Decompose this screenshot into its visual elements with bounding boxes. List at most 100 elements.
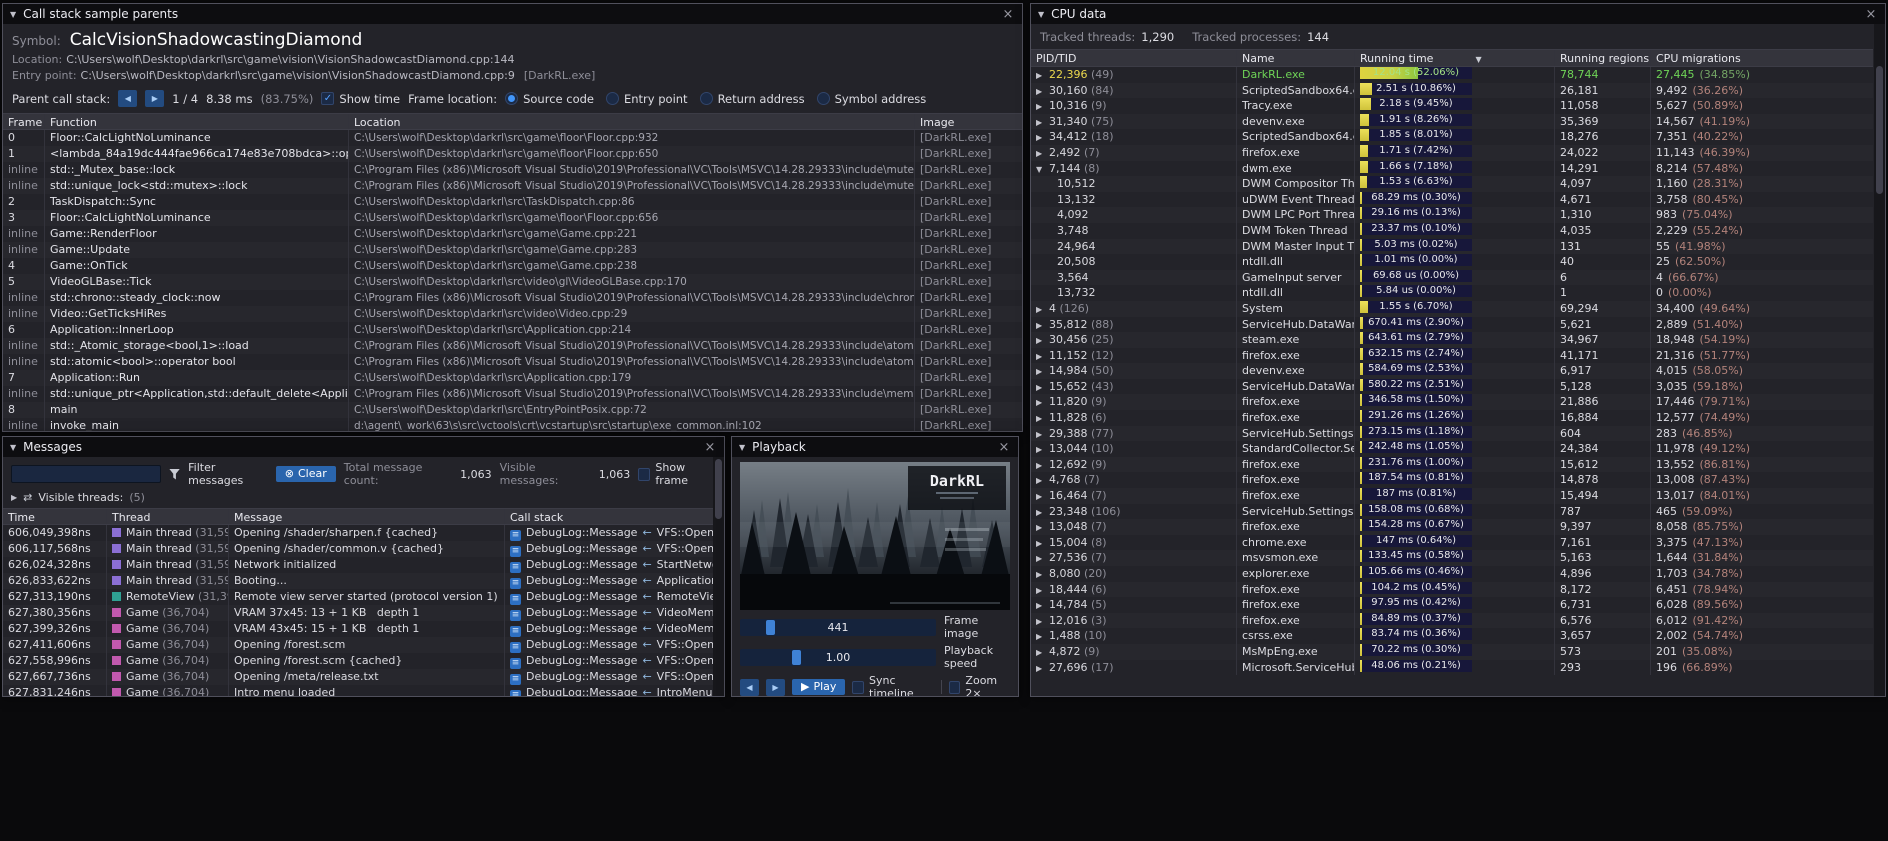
message-row[interactable]: 627,667,736nsGame (36,704)Opening /meta/…	[3, 669, 724, 685]
radio-entry-point[interactable]: Entry point	[606, 92, 688, 106]
tree-closed-icon[interactable]: ▶	[1036, 411, 1049, 426]
scrollbar-thumb[interactable]	[1876, 66, 1883, 194]
tree-closed-icon[interactable]: ▶	[1036, 146, 1049, 161]
callstack-row[interactable]: inlineGame::RenderFloorC:\Users\wolf\Des…	[3, 226, 1022, 242]
tree-open-icon[interactable]: ▼	[1036, 162, 1049, 177]
col-thread[interactable]: Thread	[107, 509, 229, 524]
tree-closed-icon[interactable]: ▶	[1036, 333, 1049, 348]
callstack-row[interactable]: 6Application::InnerLoopC:\Users\wolf\Des…	[3, 322, 1022, 338]
cpu-row[interactable]: 3,564GameInput server69.68 us (0.00%)64(…	[1031, 270, 1873, 286]
tree-closed-icon[interactable]: ▶	[1036, 380, 1049, 395]
cpu-row[interactable]: 10,512DWM Compositor Thread1.53 s (6.63%…	[1031, 176, 1873, 192]
tree-closed-icon[interactable]: ▶	[1036, 583, 1049, 598]
col-cpu-migrations[interactable]: CPU migrations	[1651, 50, 1873, 66]
cpu-row[interactable]: ▶23,348 (106)ServiceHub.SettingsHost158.…	[1031, 504, 1873, 520]
tree-closed-icon[interactable]: ▶	[1036, 130, 1049, 145]
prev-callstack-button[interactable]: ◀	[118, 90, 137, 107]
cpu-row[interactable]: ▶16,464 (7)firefox.exe187 ms (0.81%)15,4…	[1031, 488, 1873, 504]
col-running-time[interactable]: Running time▼	[1355, 50, 1555, 66]
tree-closed-icon[interactable]: ▶	[1036, 645, 1049, 660]
callstack-row[interactable]: 0Floor::CalcLightNoLuminanceC:\Users\wol…	[3, 130, 1022, 146]
cpu-row[interactable]: ▶12,016 (3)firefox.exe84.89 ms (0.37%)6,…	[1031, 613, 1873, 629]
scrollbar-thumb[interactable]	[715, 459, 722, 519]
message-row[interactable]: 627,831,246nsGame (36,704)Intro menu loa…	[3, 685, 724, 696]
close-icon[interactable]: ×	[703, 440, 717, 455]
callstack-row[interactable]: inlineinvoke_maind:\agent\_work\63\s\src…	[3, 418, 1022, 431]
next-frame-button[interactable]: ▶	[766, 679, 785, 696]
cpu-row[interactable]: ▶30,160 (84)ScriptedSandbox64.exe2.51 s …	[1031, 83, 1873, 99]
play-button[interactable]: ▶ Play	[792, 679, 845, 695]
section-collapse-icon[interactable]: ▶	[11, 493, 17, 502]
messages-titlebar[interactable]: ▼ Messages ×	[3, 437, 724, 457]
cpu-row[interactable]: ▶27,696 (17)Microsoft.ServiceHub.Co48.06…	[1031, 660, 1873, 676]
cpu-row[interactable]: ▶12,692 (9)firefox.exe231.76 ms (1.00%)1…	[1031, 457, 1873, 473]
cpu-row[interactable]: 3,748DWM Token Thread23.37 ms (0.10%)4,0…	[1031, 223, 1873, 239]
col-time[interactable]: Time	[3, 509, 107, 524]
cpu-row[interactable]: ▶10,316 (9)Tracy.exe2.18 s (9.45%)11,058…	[1031, 98, 1873, 114]
tree-closed-icon[interactable]: ▶	[1036, 520, 1049, 535]
col-callstack[interactable]: Call stack	[505, 509, 724, 524]
tree-closed-icon[interactable]: ▶	[1036, 567, 1049, 582]
cpu-row[interactable]: ▶8,080 (20)explorer.exe105.66 ms (0.46%)…	[1031, 566, 1873, 582]
message-row[interactable]: 626,833,622nsMain thread (31,596)Booting…	[3, 573, 724, 589]
col-function[interactable]: Function	[45, 114, 349, 129]
cpu-row[interactable]: ▶22,396 (49)DarkRL.exe12.04 s (52.06%)78…	[1031, 67, 1873, 83]
cpu-row[interactable]: ▶35,812 (88)ServiceHub.DataWarehou670.41…	[1031, 317, 1873, 333]
message-row[interactable]: 627,380,356nsGame (36,704)VRAM 37x45: 13…	[3, 605, 724, 621]
tree-closed-icon[interactable]: ▶	[1036, 84, 1049, 99]
tree-closed-icon[interactable]: ▶	[1036, 551, 1049, 566]
col-pid-tid[interactable]: PID/TID	[1031, 50, 1237, 66]
callstack-row[interactable]: 1<lambda_84a19dc444fae966ca174e83e708bdc…	[3, 146, 1022, 162]
col-running-regions[interactable]: Running regions	[1555, 50, 1651, 66]
cpu-row[interactable]: ▶4 (126)System1.55 s (6.70%)69,29434,400…	[1031, 301, 1873, 317]
cpu-row[interactable]: ▶11,828 (6)firefox.exe291.26 ms (1.26%)1…	[1031, 410, 1873, 426]
cpu-row[interactable]: ▶15,652 (43)ServiceHub.DataWarehou580.22…	[1031, 379, 1873, 395]
playback-speed-slider[interactable]: 1.00	[740, 649, 936, 666]
message-row[interactable]: 627,558,996nsGame (36,704)Opening /fores…	[3, 653, 724, 669]
collapse-icon[interactable]: ▼	[739, 443, 745, 452]
callstack-row[interactable]: inlinestd::_Atomic_storage<bool,1>::load…	[3, 338, 1022, 354]
cpu-row[interactable]: ▼7,144 (8)dwm.exe1.66 s (7.18%)14,2918,2…	[1031, 161, 1873, 177]
cpu-row[interactable]: ▶34,412 (18)ScriptedSandbox64.exe1.85 s …	[1031, 129, 1873, 145]
tree-closed-icon[interactable]: ▶	[1036, 458, 1049, 473]
cpu-scrollbar[interactable]	[1874, 24, 1885, 696]
callstack-titlebar[interactable]: ▼ Call stack sample parents ×	[3, 4, 1022, 24]
tree-closed-icon[interactable]: ▶	[1036, 349, 1049, 364]
cpu-row[interactable]: ▶11,820 (9)firefox.exe346.58 ms (1.50%)2…	[1031, 394, 1873, 410]
col-frame[interactable]: Frame	[3, 114, 45, 129]
messages-scrollbar[interactable]	[713, 457, 724, 696]
callstack-row[interactable]: inlinestd::unique_ptr<Application,std::d…	[3, 386, 1022, 402]
col-message[interactable]: Message	[229, 509, 505, 524]
message-row[interactable]: 627,411,606nsGame (36,704)Opening /fores…	[3, 637, 724, 653]
tree-closed-icon[interactable]: ▶	[1036, 489, 1049, 504]
cpu-row[interactable]: ▶2,492 (7)firefox.exe1.71 s (7.42%)24,02…	[1031, 145, 1873, 161]
cpu-row[interactable]: ▶4,768 (7)firefox.exe187.54 ms (0.81%)14…	[1031, 472, 1873, 488]
cpu-row[interactable]: ▶4,872 (9)MsMpEng.exe70.22 ms (0.30%)573…	[1031, 644, 1873, 660]
cpu-row[interactable]: 4,092DWM LPC Port Thread29.16 ms (0.13%)…	[1031, 207, 1873, 223]
close-icon[interactable]: ×	[1864, 7, 1878, 22]
tree-closed-icon[interactable]: ▶	[1036, 598, 1049, 613]
message-row[interactable]: 606,049,398nsMain thread (31,596)Opening…	[3, 525, 724, 541]
callstack-row[interactable]: 4Game::OnTickC:\Users\wolf\Desktop\darkr…	[3, 258, 1022, 274]
close-icon[interactable]: ×	[1001, 7, 1015, 22]
tree-closed-icon[interactable]: ▶	[1036, 629, 1049, 644]
cpu-row[interactable]: ▶13,048 (7)firefox.exe154.28 ms (0.67%)9…	[1031, 519, 1873, 535]
filter-input[interactable]	[11, 465, 161, 483]
radio-source-code[interactable]: Source code	[505, 92, 594, 106]
cpu-row[interactable]: 24,964DWM Master Input Thread5.03 ms (0.…	[1031, 239, 1873, 255]
next-callstack-button[interactable]: ▶	[145, 90, 164, 107]
cpu-row[interactable]: ▶31,340 (75)devenv.exe1.91 s (8.26%)35,3…	[1031, 114, 1873, 130]
zoom-2x-checkbox[interactable]: Zoom 2×	[949, 674, 1010, 697]
callstack-row[interactable]: inlineVideo::GetTicksHiResC:\Users\wolf\…	[3, 306, 1022, 322]
tree-closed-icon[interactable]: ▶	[1036, 364, 1049, 379]
cpu-row[interactable]: 20,508ntdll.dll1.01 ms (0.00%)4025(62.50…	[1031, 254, 1873, 270]
tree-closed-icon[interactable]: ▶	[1036, 318, 1049, 333]
tree-closed-icon[interactable]: ▶	[1036, 536, 1049, 551]
callstack-row[interactable]: inlinestd::_Mutex_base::lockC:\Program F…	[3, 162, 1022, 178]
tree-closed-icon[interactable]: ▶	[1036, 302, 1049, 317]
cpu-row[interactable]: ▶15,004 (8)chrome.exe147 ms (0.64%)7,161…	[1031, 535, 1873, 551]
radio-symbol-address[interactable]: Symbol address	[817, 92, 927, 106]
tree-closed-icon[interactable]: ▶	[1036, 115, 1049, 130]
prev-frame-button[interactable]: ◀	[740, 679, 759, 696]
sync-timeline-checkbox[interactable]: Sync timeline	[852, 674, 934, 697]
